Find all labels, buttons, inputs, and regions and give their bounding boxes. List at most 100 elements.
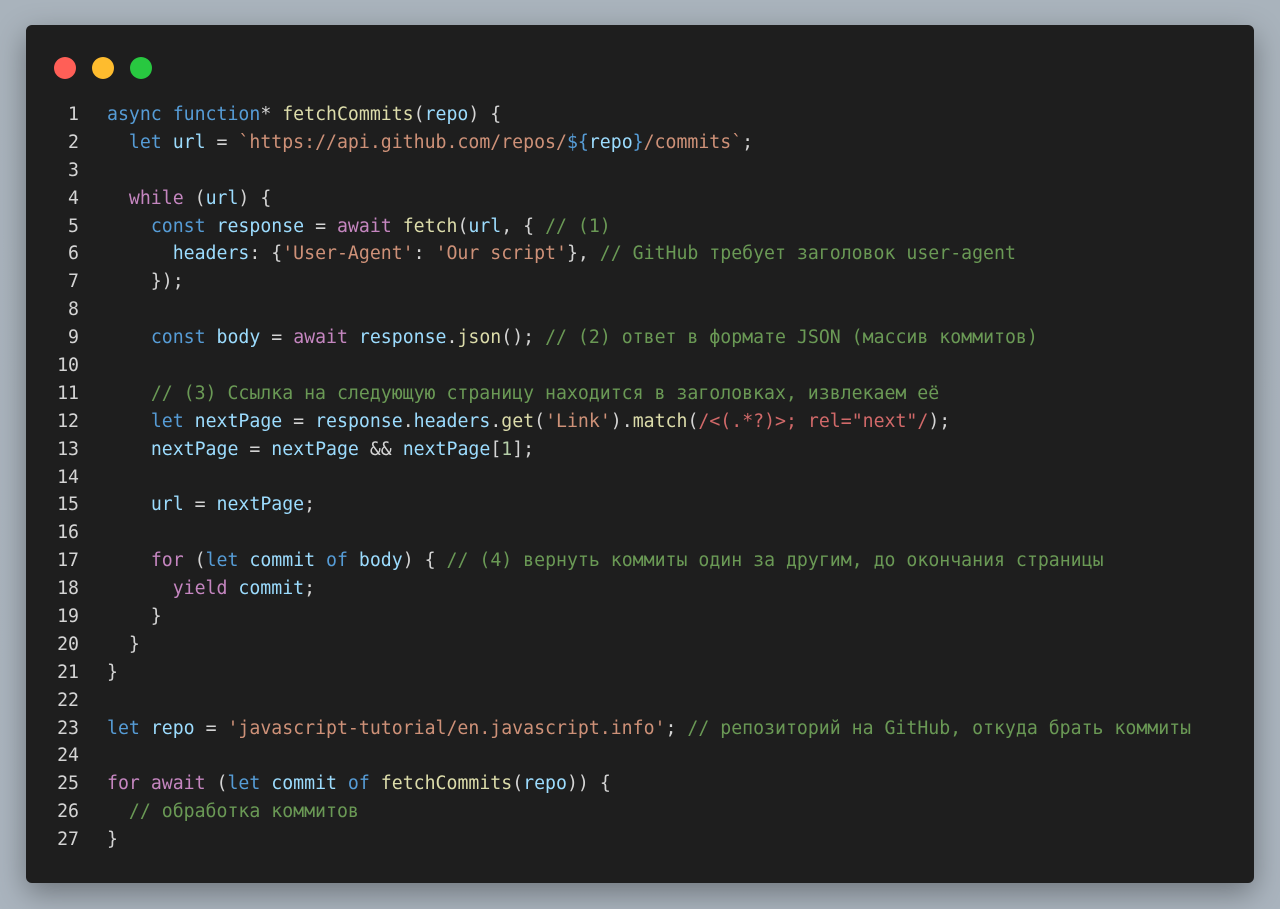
code-line: 18 yield commit; bbox=[26, 575, 1254, 603]
code-token: /<(.*?)>; rel="next"/ bbox=[698, 410, 929, 432]
code-token: repo bbox=[523, 773, 567, 795]
code-token: url bbox=[172, 131, 206, 153]
line-text: url = nextPage; bbox=[107, 491, 315, 519]
line-text: let nextPage = response.headers.get('Lin… bbox=[107, 408, 950, 436]
code-token: ( bbox=[205, 773, 228, 795]
code-token: = bbox=[260, 327, 294, 349]
code-token: nextPage bbox=[271, 438, 359, 460]
line-number: 11 bbox=[57, 382, 79, 404]
minimize-button[interactable] bbox=[92, 57, 114, 79]
code-token: ( bbox=[534, 410, 546, 432]
code-token: (); bbox=[501, 327, 546, 349]
code-token: url bbox=[150, 494, 184, 516]
code-token: ( bbox=[687, 410, 699, 432]
line-text: async function* fetchCommits(repo) { bbox=[107, 101, 501, 129]
line-text: for await (let commit of fetchCommits(re… bbox=[107, 770, 611, 798]
code-token: url bbox=[205, 187, 239, 209]
line-number: 8 bbox=[68, 299, 79, 321]
code-line: 15 url = nextPage; bbox=[26, 491, 1254, 519]
code-line: 5 const response = await fetch(url, { //… bbox=[26, 213, 1254, 241]
code-token: nextPage bbox=[150, 438, 239, 460]
window-controls bbox=[54, 57, 152, 79]
code-token: ( bbox=[512, 773, 524, 795]
code-token: = bbox=[238, 438, 272, 460]
code-token: ]; bbox=[512, 438, 535, 460]
line-number: 10 bbox=[57, 355, 79, 377]
code-token: // репозиторий на GitHub, откуда брать к… bbox=[687, 717, 1192, 739]
code-line: 10 bbox=[26, 352, 1254, 380]
code-token: * bbox=[260, 104, 283, 125]
line-number: 17 bbox=[57, 550, 79, 572]
code-token: = bbox=[194, 717, 228, 739]
line-number: 7 bbox=[68, 271, 79, 293]
code-line: 19 } bbox=[26, 603, 1254, 631]
line-text: const response = await fetch(url, { // (… bbox=[107, 213, 611, 241]
line-number: 3 bbox=[68, 159, 79, 181]
line-text: } bbox=[107, 631, 140, 659]
line-number: 13 bbox=[57, 438, 79, 460]
code-token: const bbox=[150, 215, 217, 237]
code-token: await bbox=[336, 215, 403, 237]
line-number: 14 bbox=[57, 466, 79, 488]
line-number: 21 bbox=[57, 661, 79, 683]
code-token: ; bbox=[304, 578, 316, 600]
code-token: let bbox=[150, 410, 195, 432]
code-token: 'Link' bbox=[545, 410, 611, 432]
code-token: // (3) Ссылка на следующую страницу нахо… bbox=[150, 382, 940, 404]
line-number: 20 bbox=[57, 633, 79, 655]
code-token: }, bbox=[566, 243, 600, 265]
code-token: `https://api.github.com/repos/ bbox=[238, 131, 567, 153]
code-token: ). bbox=[610, 410, 633, 432]
line-number: 5 bbox=[68, 215, 79, 237]
code-token: commit bbox=[238, 578, 305, 600]
line-text: while (url) { bbox=[107, 185, 271, 213]
code-token: = bbox=[282, 410, 316, 432]
line-number: 23 bbox=[57, 717, 79, 739]
code-token: 1 bbox=[501, 438, 513, 460]
line-number: 1 bbox=[68, 104, 79, 125]
code-token: repo bbox=[588, 131, 633, 153]
code-token: . bbox=[402, 410, 414, 432]
maximize-button[interactable] bbox=[130, 57, 152, 79]
line-number: 12 bbox=[57, 410, 79, 432]
code-token: nextPage bbox=[216, 494, 305, 516]
code-token: fetchCommits bbox=[380, 773, 513, 795]
line-text: for (let commit of body) { // (4) вернут… bbox=[107, 547, 1104, 575]
code-token: // (4) вернуть коммиты один за другим, д… bbox=[446, 550, 1104, 572]
code-token: // (1) bbox=[545, 215, 611, 237]
line-number: 24 bbox=[57, 745, 79, 767]
code-token: response bbox=[358, 327, 447, 349]
code-line: 20 } bbox=[26, 631, 1254, 659]
code-line: 14 bbox=[26, 464, 1254, 492]
code-token: /commits` bbox=[643, 131, 743, 153]
line-text: }); bbox=[107, 268, 184, 296]
code-token: }); bbox=[107, 271, 184, 293]
code-token: ( bbox=[183, 187, 206, 209]
code-token: } bbox=[632, 131, 644, 153]
code-token: : { bbox=[249, 243, 283, 265]
code-token: let bbox=[205, 550, 250, 572]
code-token: body bbox=[358, 550, 403, 572]
code-token: ); bbox=[928, 410, 951, 432]
line-text: } bbox=[107, 659, 118, 687]
code-line: 3 bbox=[26, 157, 1254, 185]
code-token: response bbox=[216, 215, 305, 237]
code-line: 8 bbox=[26, 296, 1254, 324]
code-line: 13 nextPage = nextPage && nextPage[1]; bbox=[26, 436, 1254, 464]
line-number: 26 bbox=[57, 801, 79, 823]
code-token: commit bbox=[271, 773, 337, 795]
code-token: for bbox=[107, 773, 151, 795]
code-token: } bbox=[107, 633, 140, 655]
code-line: 26 // обработка коммитов bbox=[26, 798, 1254, 826]
code-token: repo bbox=[424, 104, 469, 125]
close-button[interactable] bbox=[54, 57, 76, 79]
code-line: 12 let nextPage = response.headers.get('… bbox=[26, 408, 1254, 436]
